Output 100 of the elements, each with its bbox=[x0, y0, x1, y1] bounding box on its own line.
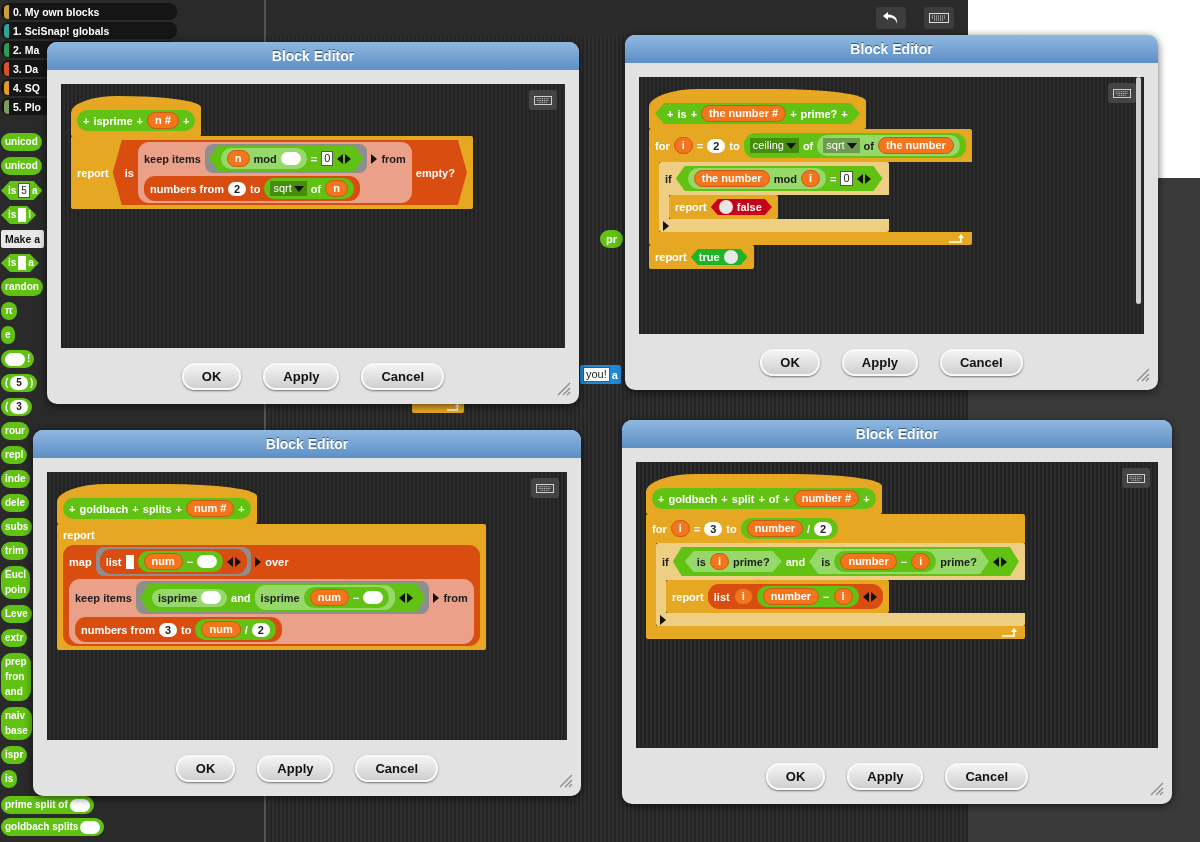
reporter-block[interactable]: keep items n mod = 0 from numbers from 2 to sqrt of n bbox=[137, 142, 412, 203]
variable-block[interactable]: n bbox=[226, 150, 250, 167]
command-block[interactable]: report false bbox=[669, 195, 778, 219]
reporter-block[interactable]: naiv base bbox=[1, 707, 32, 740]
reporter-block[interactable]: the number mod i bbox=[687, 168, 826, 189]
hat-block[interactable]: + goldbach + split + of + number # + bbox=[646, 474, 882, 514]
reporter-block[interactable]: numbers from 3 to num / 2 bbox=[75, 617, 282, 642]
keyboard-button[interactable] bbox=[529, 90, 557, 110]
triangle-icon[interactable] bbox=[660, 614, 666, 625]
hat-block[interactable]: + is + the number # + prime? + bbox=[649, 89, 866, 129]
reporter-block[interactable]: inde bbox=[1, 470, 30, 488]
reporter-block[interactable]: keep items isprime and isprime num − from numbers from 3 to num / 2 bbox=[69, 579, 474, 644]
arrows-icon[interactable] bbox=[992, 556, 1007, 567]
reporter-block[interactable]: isprime bbox=[151, 588, 227, 607]
reporter-block[interactable]: is bbox=[1, 770, 18, 788]
reporter-block[interactable]: n mod bbox=[220, 148, 307, 169]
resize-grip-icon[interactable] bbox=[557, 382, 571, 396]
variable-block[interactable]: i bbox=[833, 588, 853, 605]
resize-grip-icon[interactable] bbox=[559, 774, 573, 788]
undo-button[interactable] bbox=[876, 6, 906, 29]
reporter-block[interactable]: randon bbox=[1, 278, 43, 296]
reporter-block[interactable]: isprime num − bbox=[254, 585, 396, 610]
variable-block[interactable]: i bbox=[670, 520, 690, 537]
hat-block[interactable]: + goldbach + splits + num # + bbox=[57, 484, 257, 524]
reporter-block[interactable]: Leve bbox=[1, 605, 32, 623]
reporter-block[interactable]: e bbox=[1, 326, 15, 344]
dialog-button[interactable]: Apply bbox=[263, 362, 340, 390]
variable-block[interactable]: n # bbox=[147, 112, 179, 129]
number-input[interactable]: 2 bbox=[814, 521, 833, 536]
dialog-button[interactable]: Cancel bbox=[940, 348, 1023, 376]
reporter-block[interactable]: numbers from 2 to sqrt of n bbox=[143, 176, 360, 201]
number-input[interactable]: 5 bbox=[10, 376, 28, 390]
reporter-block[interactable]: unicod bbox=[1, 157, 42, 175]
reporter-block[interactable]: number / 2 bbox=[740, 518, 839, 539]
reporter-block[interactable]: prep fron and bbox=[1, 653, 31, 701]
variable-block[interactable]: the number bbox=[693, 170, 770, 187]
variable-block[interactable]: num bbox=[309, 589, 349, 606]
command-block[interactable]: for i = 3 to number / 2 if is i prime? and is number − i prime? report list i number − i bbox=[646, 514, 1025, 639]
keyboard-button[interactable] bbox=[531, 478, 559, 498]
arrows-icon[interactable] bbox=[337, 153, 352, 164]
variable-block[interactable]: num bbox=[201, 621, 241, 638]
reporter-block[interactable]: + isprime + n # + bbox=[77, 110, 196, 131]
variable-block[interactable]: n bbox=[325, 180, 348, 197]
keyboard-button[interactable] bbox=[924, 6, 954, 29]
boolean-toggle[interactable]: false bbox=[710, 199, 772, 215]
dialog-button[interactable]: Apply bbox=[257, 754, 334, 782]
dropdown[interactable]: ceiling bbox=[749, 138, 799, 153]
reporter-block[interactable]: num − bbox=[137, 551, 224, 572]
category-button[interactable]: 0. My own blocks bbox=[1, 3, 177, 20]
variable-block[interactable]: num # bbox=[185, 500, 235, 517]
reporter-block[interactable]: num − bbox=[303, 587, 390, 608]
text-input[interactable]: 0 bbox=[840, 171, 853, 186]
dropdown[interactable]: sqrt bbox=[270, 181, 307, 196]
reporter-block[interactable]: trim bbox=[1, 542, 28, 560]
dropdown[interactable]: sqrt bbox=[823, 138, 860, 153]
dialog-button[interactable]: Cancel bbox=[355, 754, 439, 782]
dialog-button[interactable]: Apply bbox=[847, 762, 924, 790]
variable-block[interactable]: the number # bbox=[701, 105, 787, 122]
reporter-block[interactable]: extr bbox=[1, 629, 28, 647]
dialog-button[interactable]: OK bbox=[181, 362, 242, 390]
variable-block[interactable]: number bbox=[746, 520, 804, 537]
triangle-icon[interactable] bbox=[663, 220, 669, 231]
reporter-block[interactable]: subs bbox=[1, 518, 33, 536]
reporter-block[interactable]: + goldbach + splits + num # + bbox=[63, 498, 251, 519]
dialog-button[interactable]: Apply bbox=[841, 348, 918, 376]
triangle-icon[interactable] bbox=[371, 153, 378, 164]
reporter-block[interactable]: π bbox=[1, 302, 17, 320]
category-button[interactable]: 1. SciSnap! globals bbox=[1, 22, 177, 39]
scroll-bar[interactable] bbox=[1136, 77, 1141, 304]
command-block[interactable]: for i = 2 to ceiling of sqrt of the number if the number mod i = 0 report false bbox=[649, 129, 972, 245]
boolean-toggle[interactable]: true bbox=[690, 249, 748, 265]
reporter-block[interactable]: number − i bbox=[834, 551, 937, 572]
variable-block[interactable]: number bbox=[762, 588, 820, 605]
triangle-icon[interactable] bbox=[433, 592, 440, 603]
empty-slot[interactable] bbox=[125, 554, 134, 569]
variable-block[interactable]: i bbox=[911, 553, 931, 570]
resize-grip-icon[interactable] bbox=[1136, 368, 1150, 382]
number-input[interactable]: 2 bbox=[707, 138, 726, 153]
arrows-icon[interactable] bbox=[862, 591, 877, 602]
predicate-block[interactable]: is number − i prime? bbox=[809, 549, 989, 574]
variable-block[interactable]: num bbox=[143, 553, 183, 570]
text-input[interactable]: 0 bbox=[321, 151, 334, 166]
arrows-icon[interactable] bbox=[856, 173, 871, 184]
predicate-block[interactable]: is 5 a bbox=[1, 181, 43, 200]
number-input[interactable]: 3 bbox=[158, 622, 178, 637]
reporter-block[interactable]: sqrt of n bbox=[264, 178, 354, 199]
reporter-block[interactable]: repl bbox=[1, 446, 28, 464]
variable-block[interactable]: i bbox=[673, 137, 693, 154]
reporter-block[interactable]: num / 2 bbox=[195, 619, 276, 640]
reporter-block[interactable]: ! bbox=[1, 350, 35, 368]
reporter-block[interactable]: sqrt of the number bbox=[817, 135, 960, 156]
predicate-block[interactable]: is i prime? and is number − i prime? bbox=[672, 547, 1019, 576]
predicate-block[interactable]: is keep items n mod = 0 from numbers from 2 to sqrt of n empty? bbox=[112, 140, 467, 205]
number-input[interactable]: 3 bbox=[10, 400, 28, 414]
text-input[interactable]: 5 bbox=[18, 183, 30, 198]
reporter-block[interactable]: Eucl poin bbox=[1, 566, 31, 599]
predicate-block[interactable]: is a bbox=[1, 254, 39, 272]
dialog-button[interactable]: Cancel bbox=[945, 762, 1029, 790]
reporter-block[interactable]: prime split of bbox=[1, 796, 94, 814]
command-block[interactable]: report map list num − over keep items isprime and isprime num − from numbers from 3 to num / 2 bbox=[57, 524, 486, 650]
